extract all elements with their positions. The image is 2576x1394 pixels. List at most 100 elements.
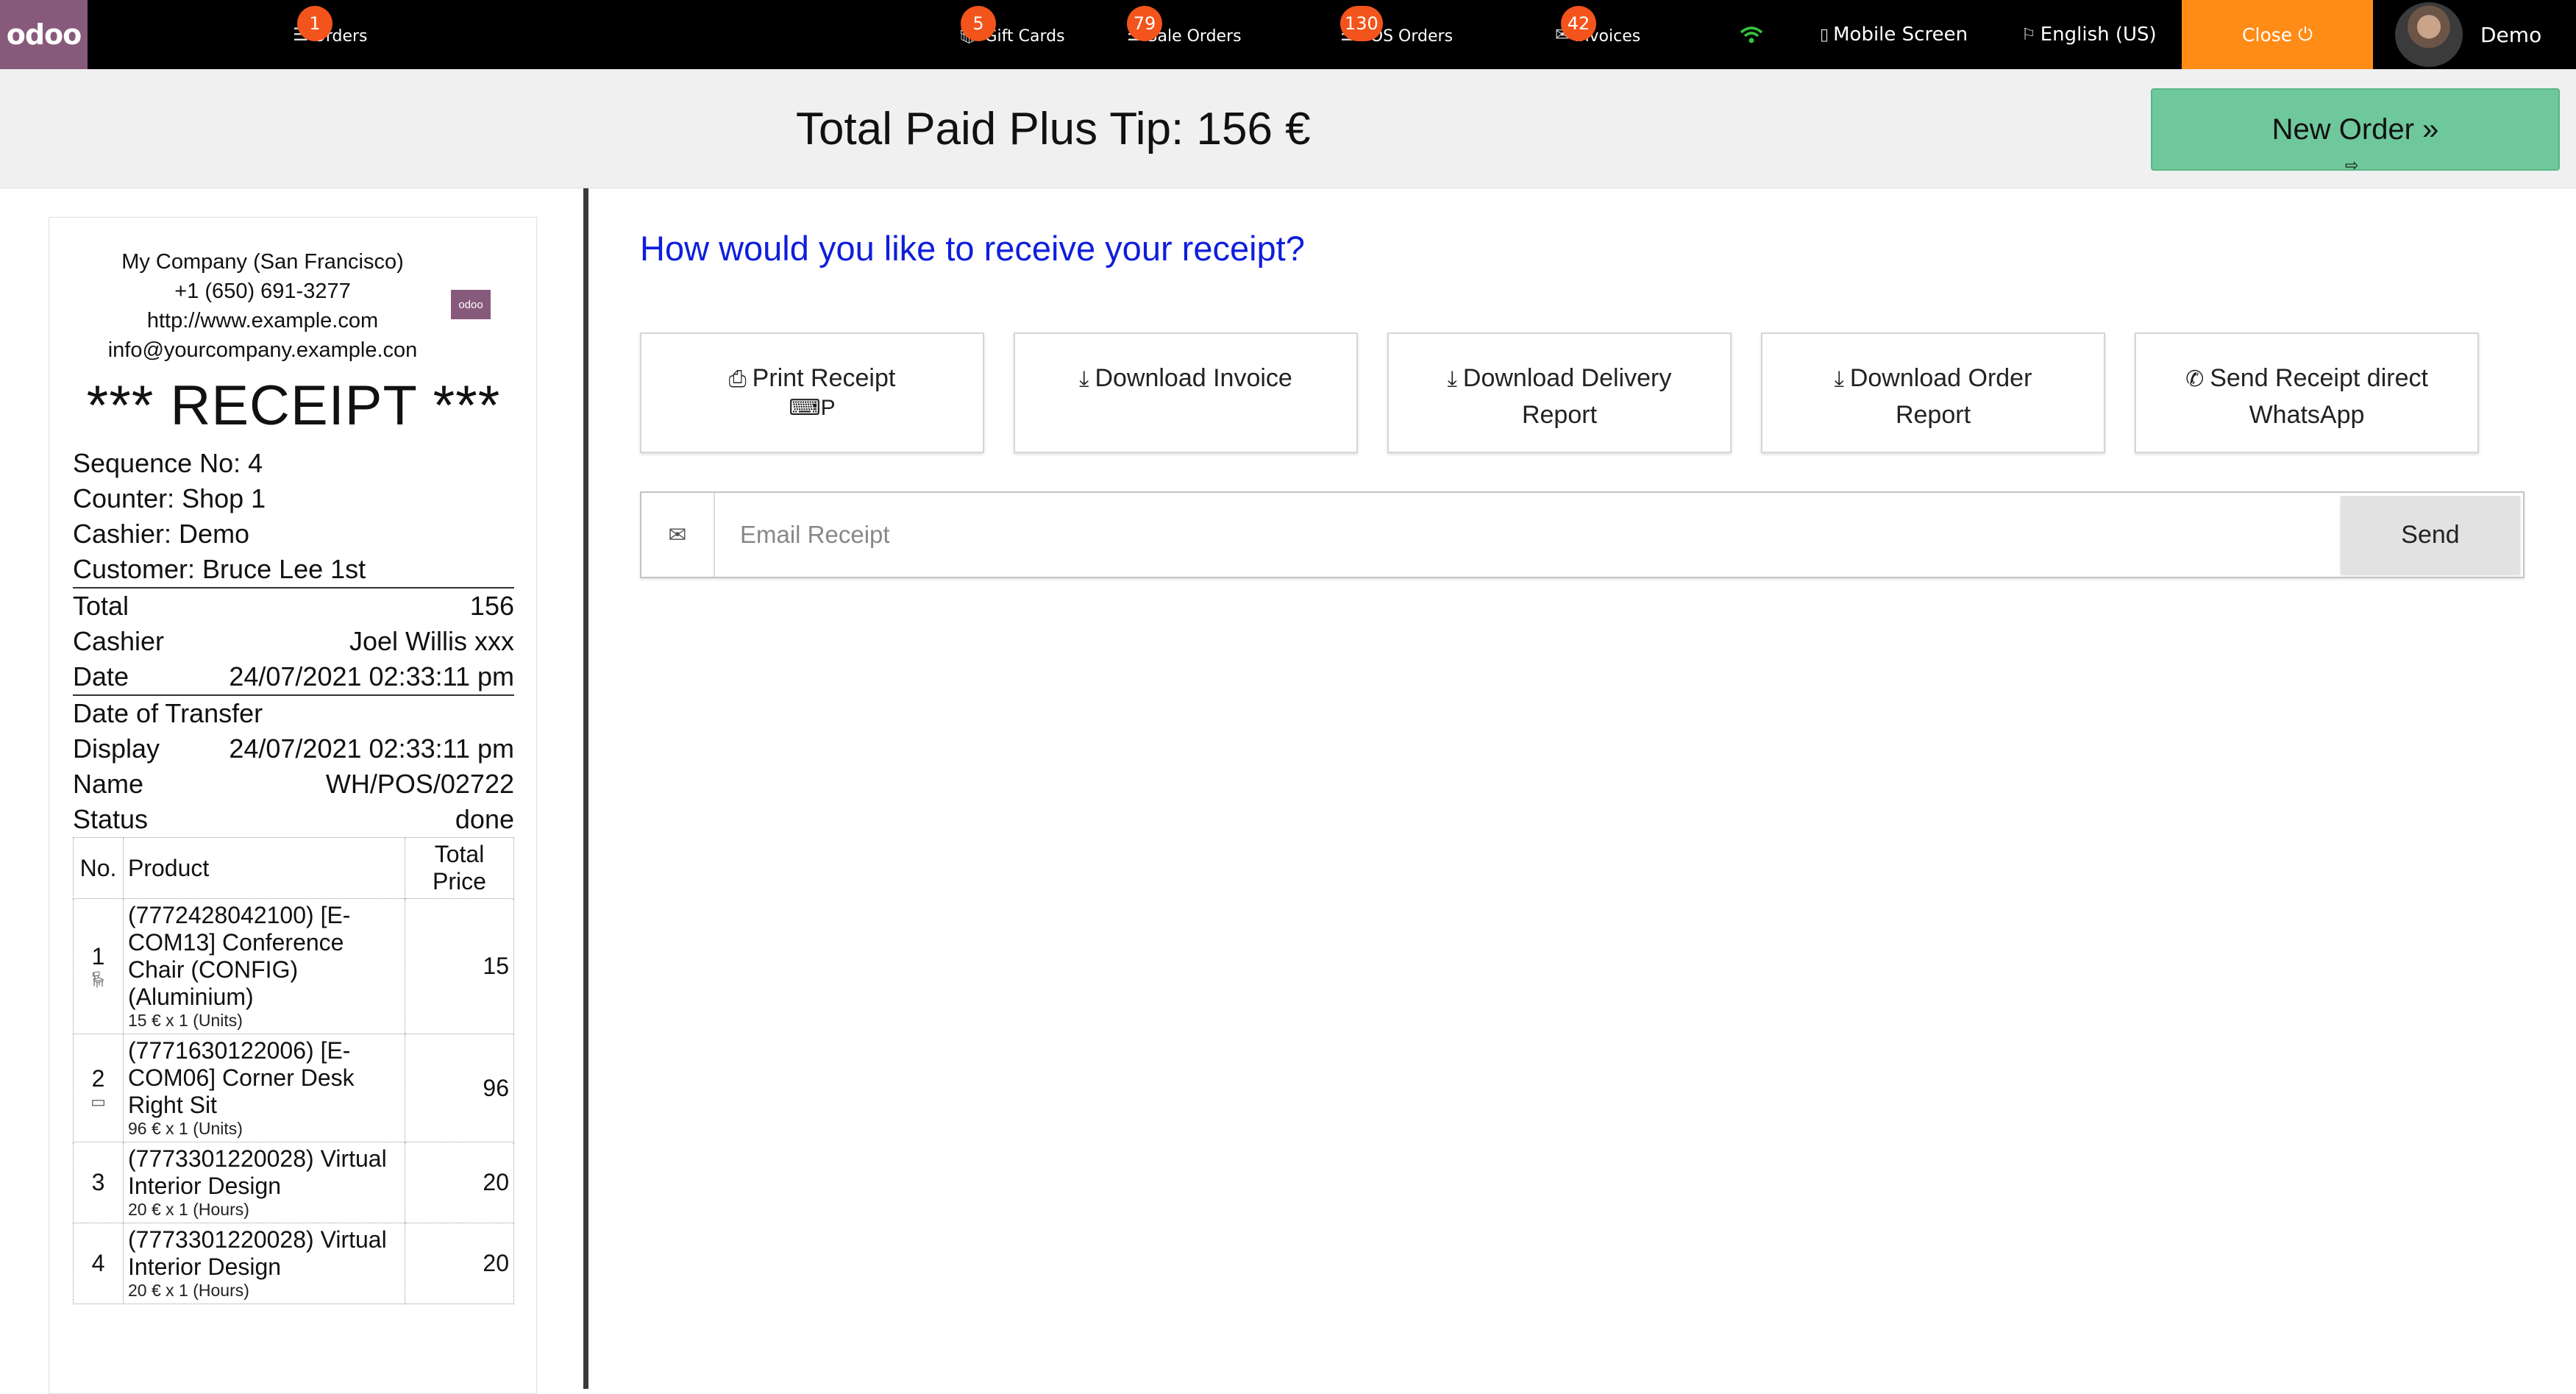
send-email-button[interactable]: Send — [2341, 496, 2520, 574]
detail-value: 24/07/2021 02:33:11 pm — [229, 733, 514, 764]
unit-price: 15 € x 1 (Units) — [128, 1011, 243, 1030]
top-bar: odoo ☰ Orders 1 🎁︎ Gift Cards 5 ☰ Sale O… — [0, 0, 2576, 69]
line-no: 3 — [73, 1142, 124, 1223]
gift-cards-count-badge: 5 — [961, 6, 996, 41]
col-product: Product — [123, 837, 405, 899]
customer: Customer: Bruce Lee 1st — [73, 554, 366, 584]
print-receipt-label: Print Receipt — [752, 364, 896, 392]
detail-value: done — [455, 804, 514, 834]
detail-value: WH/POS/02722 — [325, 769, 514, 799]
nav-gift-cards[interactable]: 🎁︎ Gift Cards 5 — [958, 0, 1065, 69]
language-selector[interactable]: ⚐ English (US) — [2021, 0, 2157, 69]
receipt-question: How would you like to receive your recei… — [640, 229, 1305, 268]
product-cell: (7773301220028) Virtual Interior Design … — [123, 1142, 405, 1223]
download-delivery-report-button[interactable]: ⤓ Download Delivery Report — [1387, 333, 1732, 453]
detail-label: Date — [73, 661, 129, 691]
line-no: 2 — [91, 1064, 105, 1092]
receipt-title: *** RECEIPT *** — [86, 374, 501, 437]
col-total-price: Total Price — [405, 837, 514, 899]
close-label: Close — [2242, 24, 2293, 46]
download-order-report-button[interactable]: ⤓ Download Order Report — [1761, 333, 2105, 453]
receipt-details: Sequence No: 4 Counter: Shop 1 Cashier: … — [73, 446, 514, 837]
orders-count-badge: 1 — [297, 6, 332, 41]
line-total: 96 — [405, 1034, 514, 1142]
table-row: 3 (7773301220028) Virtual Interior Desig… — [73, 1142, 514, 1223]
unit-price: 20 € x 1 (Hours) — [128, 1200, 249, 1219]
receipt-lines-table: No. Product Total Price 1 🪑︎ (7772428042… — [73, 837, 514, 1304]
nav-invoices[interactable]: ✉︎ Invoices 42 — [1555, 0, 1640, 69]
company-phone: +1 (650) 691-3277 — [174, 280, 351, 303]
cashier: Cashier: Demo — [73, 519, 250, 549]
line-no: 1 — [91, 943, 105, 970]
print-receipt-button[interactable]: ⎙ Print Receipt ⌨P — [640, 333, 984, 453]
detail-label: Status — [73, 804, 149, 834]
total-paid-title: Total Paid Plus Tip: 156 € — [796, 104, 1311, 154]
line-total: 20 — [405, 1223, 514, 1304]
power-icon: ⏻ — [2298, 24, 2313, 45]
download-order-report-label: Download Order Report — [1849, 364, 2032, 429]
sale-orders-count-badge: 79 — [1127, 6, 1162, 41]
company-logo: odoo — [451, 290, 491, 319]
keyboard-shortcut-hint: ⌨P — [789, 396, 836, 420]
download-invoice-label: Download Invoice — [1095, 364, 1292, 392]
detail-value: Joel Willis xxx — [349, 626, 514, 656]
company-website: http://www.example.com — [146, 309, 379, 333]
detail-label: Total — [73, 591, 129, 621]
print-icon: ⎙ — [728, 367, 747, 391]
detail-row: Total 156 — [73, 588, 514, 624]
new-order-button[interactable]: New Order » ⇨ — [2151, 88, 2560, 174]
nav-pos-orders[interactable]: ☰ POS Orders 130 — [1340, 0, 1453, 69]
pos-orders-count-badge: 130 — [1340, 6, 1383, 41]
nav-sale-orders[interactable]: ☰ Sale Orders 79 — [1127, 0, 1242, 69]
detail-value: 24/07/2021 02:33:11 pm — [229, 661, 514, 691]
email-receipt-input[interactable] — [715, 493, 2246, 577]
detail-row: Status done — [73, 802, 514, 837]
chair-icon: 🪑︎ — [88, 970, 109, 989]
detail-value: 156 — [469, 591, 514, 621]
send-whatsapp-button[interactable]: ✆ Send Receipt direct WhatsApp — [2135, 333, 2479, 453]
product-name: (7773301220028) Virtual Interior Design — [128, 1145, 387, 1199]
detail-row: Name WH/POS/02722 — [73, 767, 514, 802]
detail-row: Cashier Joel Willis xxx — [73, 624, 514, 659]
whatsapp-icon: ✆ — [2185, 367, 2205, 391]
receipt-preview: My Company (San Francisco) +1 (650) 691-… — [49, 217, 537, 1394]
invoices-count-badge: 42 — [1561, 6, 1596, 41]
company-name: My Company (San Francisco) — [121, 250, 404, 274]
line-no-cell: 2 ▭ — [73, 1034, 124, 1142]
download-icon: ⤓ — [1834, 367, 1844, 391]
line-total: 15 — [405, 898, 514, 1034]
detail-label: Cashier — [73, 626, 165, 656]
detail-label: Display — [73, 733, 160, 764]
company-info: My Company (San Francisco) +1 (650) 691-… — [93, 247, 432, 365]
product-cell: (7773301220028) Virtual Interior Design … — [123, 1223, 405, 1304]
line-total: 20 — [405, 1142, 514, 1223]
download-invoice-button[interactable]: ⤓ Download Invoice — [1014, 333, 1358, 453]
table-row: 2 ▭ (7771630122006) [E-COM06] Corner Des… — [73, 1034, 514, 1142]
nav-sale-orders-label: Sale Orders — [1147, 26, 1242, 46]
wifi-icon — [1740, 26, 1763, 43]
company-email: info@yourcompany.example.con — [107, 338, 418, 362]
odoo-logo[interactable]: odoo — [0, 0, 88, 69]
download-delivery-report-label: Download Delivery Report — [1462, 364, 1672, 429]
product-cell: (7771630122006) [E-COM06] Corner Desk Ri… — [123, 1034, 405, 1142]
detail-row: Display 24/07/2021 02:33:11 pm — [73, 731, 514, 767]
download-icon: ⤓ — [1447, 367, 1457, 391]
mobile-icon: ▯ — [1820, 25, 1829, 44]
language-icon: ⚐ — [2021, 25, 2036, 44]
username[interactable]: Demo — [2480, 0, 2541, 69]
close-button[interactable]: Close ⏻ — [2182, 0, 2373, 69]
detail-label: Name — [73, 769, 144, 799]
line-no-cell: 1 🪑︎ — [73, 898, 124, 1034]
mobile-screen-toggle[interactable]: ▯ Mobile Screen — [1820, 0, 1968, 69]
nav-orders[interactable]: ☰ Orders 1 — [293, 0, 368, 69]
panel-divider[interactable] — [583, 188, 588, 1389]
email-receipt-group: ✉ Send — [640, 491, 2525, 578]
col-no: No. — [73, 837, 124, 899]
download-icon: ⤓ — [1079, 367, 1089, 391]
keyboard-shortcut-icon: ⇨ — [2345, 156, 2359, 174]
product-name: (7773301220028) Virtual Interior Design — [128, 1226, 387, 1280]
table-header-row: No. Product Total Price — [73, 837, 514, 899]
avatar[interactable] — [2395, 2, 2463, 67]
send-whatsapp-label: Send Receipt direct WhatsApp — [2210, 364, 2428, 429]
detail-row: Date 24/07/2021 02:33:11 pm — [73, 659, 514, 694]
